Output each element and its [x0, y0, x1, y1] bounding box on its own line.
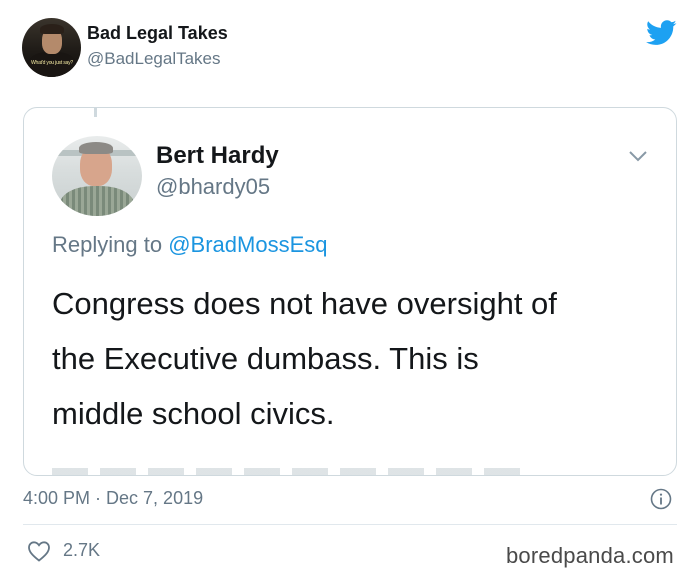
replying-to-line: Replying to @BradMossEsq	[52, 232, 327, 258]
cropped-text-fragment	[52, 468, 532, 475]
site-watermark: boredpanda.com	[506, 543, 674, 568]
info-icon[interactable]	[650, 488, 672, 510]
quoted-tweet-text: Congress does not have oversight of the …	[52, 276, 662, 441]
author-name[interactable]: Bad Legal Takes	[87, 23, 228, 44]
quoted-author-avatar[interactable]	[52, 136, 142, 216]
author-avatar[interactable]: What'd you just say?	[22, 18, 81, 77]
avatar-caption: What'd you just say?	[31, 60, 73, 66]
tweet-text-line: Congress does not have oversight of	[52, 286, 557, 321]
tweet-text-line: middle school civics.	[52, 396, 335, 431]
quoted-author-handle[interactable]: @bhardy05	[156, 174, 270, 200]
replying-mention-link[interactable]: @BradMossEsq	[168, 232, 327, 257]
avatar-hair	[79, 142, 113, 154]
heart-icon[interactable]	[27, 540, 51, 562]
author-handle[interactable]: @BadLegalTakes	[87, 49, 221, 69]
like-count[interactable]: 2.7K	[63, 540, 100, 561]
twitter-bird-icon[interactable]	[646, 20, 677, 46]
tweet-text-line: the Executive dumbass. This is	[52, 341, 479, 376]
chevron-down-icon[interactable]	[627, 148, 649, 164]
avatar-hair	[40, 24, 64, 34]
quoted-author-name[interactable]: Bert Hardy	[156, 142, 279, 170]
replying-prefix: Replying to	[52, 232, 163, 257]
tweet-timestamp[interactable]: 4:00 PM · Dec 7, 2019	[23, 488, 203, 509]
footer-divider	[23, 524, 677, 525]
quoted-tweet-card[interactable]: Bert Hardy @bhardy05 Replying to @BradMo…	[23, 107, 677, 476]
avatar-shirt	[60, 186, 134, 216]
